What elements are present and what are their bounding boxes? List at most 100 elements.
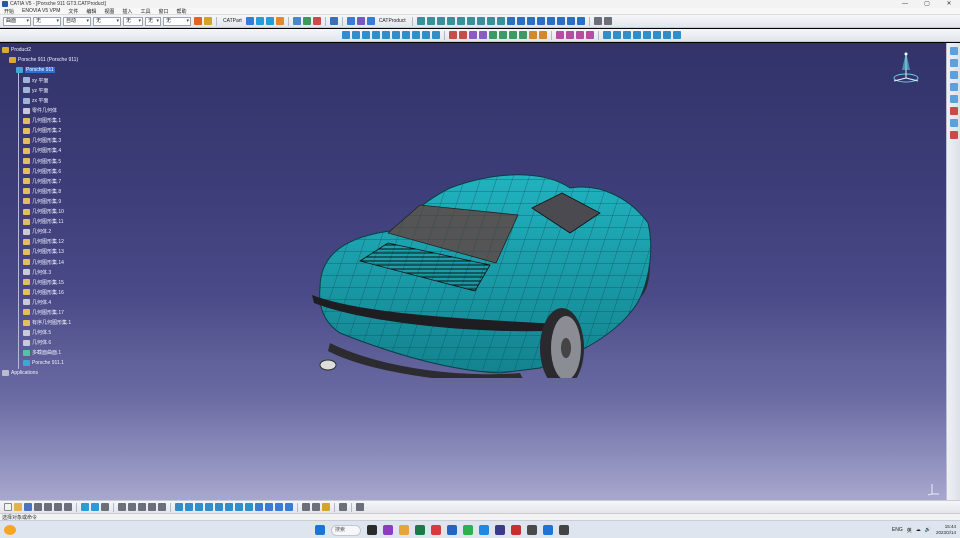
render-style-icon[interactable] [949,131,958,139]
near-icon[interactable] [519,31,527,39]
formula-icon[interactable] [138,503,146,511]
tree-item[interactable]: 几何图形集.16 [2,287,78,297]
multi-section-icon[interactable] [486,17,495,25]
zoom-in-icon[interactable] [643,31,651,39]
lineweight-combo[interactable]: 无 [123,16,143,26]
fit-icon[interactable] [185,503,193,511]
menu-edit[interactable]: 编辑 [82,8,100,15]
paste-icon[interactable] [64,503,72,511]
knowledge-icon[interactable] [128,503,136,511]
tray-clock[interactable]: 15:44 2023/2/14 [936,524,956,536]
connect-curve-icon[interactable] [432,31,440,39]
view-rotate-icon[interactable] [633,31,641,39]
law-icon[interactable] [449,31,457,39]
tree-item[interactable]: 几何图形集.13 [2,247,78,257]
weather-icon[interactable] [4,525,16,535]
tree-item[interactable]: 几何图形集.11 [2,217,78,227]
tree-item[interactable]: 几何图形集.12 [2,237,78,247]
tree-item[interactable]: 几何图形集.10 [2,207,78,217]
work-support-icon[interactable] [366,17,375,25]
surface-analysis-icon[interactable] [556,31,564,39]
tree-item[interactable]: 几何图形集.14 [2,257,78,267]
file-explorer-icon[interactable] [399,525,409,535]
catproduct-checkbox[interactable]: CATProduct [379,18,406,24]
tree-item[interactable]: Applications [2,368,78,378]
extrude-icon[interactable] [416,17,425,25]
menu-window[interactable]: 窗口 [154,8,172,15]
tree-item[interactable]: Porsche 911 [2,65,78,75]
new-file-icon[interactable] [4,503,12,511]
instantiate-icon[interactable] [539,31,547,39]
open-icon[interactable] [14,503,22,511]
redo-icon[interactable] [265,17,274,25]
corner-icon[interactable] [422,31,430,39]
undo-icon[interactable] [255,17,264,25]
sweep-icon[interactable] [466,17,475,25]
tree-item[interactable]: 几何图形集.17 [2,307,78,317]
measure-icon[interactable] [302,17,311,25]
symmetry-icon[interactable] [469,31,477,39]
snap-icon[interactable] [329,17,338,25]
tree-item[interactable]: yz 平面 [2,85,78,95]
tree-item[interactable]: 几何图形集.1 [2,116,78,126]
iso-view-icon[interactable] [673,31,681,39]
shading-mode-icon[interactable] [265,503,273,511]
trim-icon[interactable] [526,17,535,25]
sphere-icon[interactable] [436,17,445,25]
search-icon[interactable] [118,503,126,511]
minimize-button[interactable]: — [894,0,916,8]
zoom-out-icon[interactable] [225,503,233,511]
iso-view-icon[interactable] [255,503,263,511]
tray-volume-icon[interactable]: 🔊 [925,527,931,533]
catalog-icon[interactable] [292,17,301,25]
spline-icon[interactable] [402,31,410,39]
translate-icon[interactable] [566,17,575,25]
zoom-out-icon[interactable] [653,31,661,39]
join-icon[interactable] [506,17,515,25]
tree-item[interactable]: Porsche 911 (Porsche 911) [2,55,78,65]
tree-item[interactable]: 几何图形集.15 [2,277,78,287]
tree-expand-icon[interactable] [529,31,537,39]
scene-icon[interactable] [339,503,347,511]
catpart-checkbox[interactable]: CATPart [223,18,242,24]
tray-ime[interactable]: 英 [907,527,912,534]
cylinder-icon[interactable] [446,17,455,25]
tree-item[interactable]: 几何体.4 [2,297,78,307]
selection-set-icon[interactable] [312,503,320,511]
rotate-view-icon[interactable] [205,503,213,511]
exit-workbench-icon[interactable] [603,17,612,25]
line-icon[interactable] [352,31,360,39]
draft-analysis-icon[interactable] [576,31,584,39]
copy-icon[interactable] [54,503,62,511]
tree-item[interactable]: 几何图形集.7 [2,176,78,186]
capture-icon[interactable] [356,503,364,511]
tree-item[interactable]: xy 平面 [2,75,78,85]
acrobat-icon[interactable] [431,525,441,535]
edge-icon[interactable] [415,525,425,535]
wechat-icon[interactable] [463,525,473,535]
view-mode-icon[interactable] [949,119,958,127]
cut-icon[interactable] [44,503,52,511]
pattern-icon[interactable] [459,31,467,39]
point-icon[interactable] [342,31,350,39]
tray-cloud-icon[interactable]: ☁ [916,527,921,533]
menu-insert[interactable]: 插入 [118,8,136,15]
fit-all-icon[interactable] [613,31,621,39]
tree-item[interactable]: 几何体.5 [2,328,78,338]
terminal-icon[interactable] [559,525,569,535]
circle-icon[interactable] [392,31,400,39]
tree-item[interactable]: 几何体.2 [2,227,78,237]
tree-item[interactable]: 几何图形集.5 [2,156,78,166]
taskbar-search[interactable]: 搜索 [331,524,361,536]
color-combo[interactable]: 无 [33,16,61,26]
task-view-icon[interactable] [367,525,377,535]
properties-icon[interactable] [949,83,958,91]
catia-taskbar-icon[interactable] [543,525,553,535]
multi-view-icon[interactable] [245,503,253,511]
offset-icon[interactable] [456,17,465,25]
hide-show-icon[interactable] [949,59,958,67]
fill-icon[interactable] [476,17,485,25]
redo-icon[interactable] [91,503,99,511]
menu-file[interactable]: 文件 [64,8,82,15]
compass-icon[interactable] [886,48,926,88]
